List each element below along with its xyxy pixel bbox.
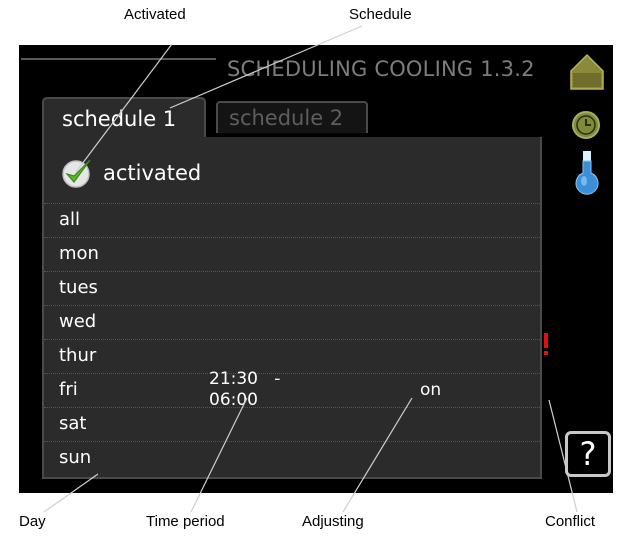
callout-activated: Activated — [124, 6, 186, 23]
day-label: mon — [59, 243, 99, 264]
day-label: thur — [59, 345, 97, 366]
callout-adjusting: Adjusting — [302, 513, 364, 530]
tab-schedule-1-label: schedule 1 — [62, 107, 177, 131]
day-row-tues[interactable]: tues — [44, 271, 540, 305]
day-row-sun[interactable]: sun — [44, 441, 540, 475]
callout-time-period: Time period — [146, 513, 225, 530]
help-button[interactable]: ? — [565, 431, 611, 477]
callout-schedule: Schedule — [349, 6, 412, 23]
home-icon[interactable] — [567, 51, 607, 91]
device-screen: SCHEDULING COOLING 1.3.2 schedule 2 sche… — [19, 45, 613, 493]
callout-conflict: Conflict — [545, 513, 596, 530]
day-label: all — [59, 209, 81, 230]
tab-schedule-1[interactable]: schedule 1 — [42, 97, 206, 139]
time-period-value[interactable]: 21:30 - 06:00 — [209, 369, 280, 411]
day-label: sat — [59, 413, 87, 434]
day-row-mon[interactable]: mon — [44, 237, 540, 271]
activated-label: activated — [103, 161, 202, 185]
conflict-icon — [544, 333, 548, 355]
day-row-fri[interactable]: fri — [44, 373, 540, 407]
clock-icon[interactable] — [570, 109, 602, 141]
header-divider — [21, 58, 216, 60]
day-row-wed[interactable]: wed — [44, 305, 540, 339]
schedule-panel: activated all mon tues wed thur fri sat … — [42, 137, 542, 479]
adjusting-value[interactable]: on — [420, 380, 441, 400]
day-row-sat[interactable]: sat — [44, 407, 540, 441]
tab-schedule-2[interactable]: schedule 2 — [216, 101, 368, 133]
day-label: fri — [59, 379, 78, 400]
callout-day: Day — [19, 513, 46, 530]
day-label: wed — [59, 311, 97, 332]
day-label: sun — [59, 447, 92, 468]
checkmark-icon[interactable] — [61, 157, 93, 189]
day-row-all[interactable]: all — [44, 203, 540, 237]
day-list: all mon tues wed thur fri sat sun — [44, 203, 540, 475]
day-label: tues — [59, 277, 98, 298]
thermometer-icon[interactable] — [574, 151, 600, 197]
tab-schedule-2-label: schedule 2 — [229, 106, 344, 130]
day-row-thur[interactable]: thur — [44, 339, 540, 373]
screen-title: SCHEDULING COOLING 1.3.2 — [227, 57, 535, 81]
